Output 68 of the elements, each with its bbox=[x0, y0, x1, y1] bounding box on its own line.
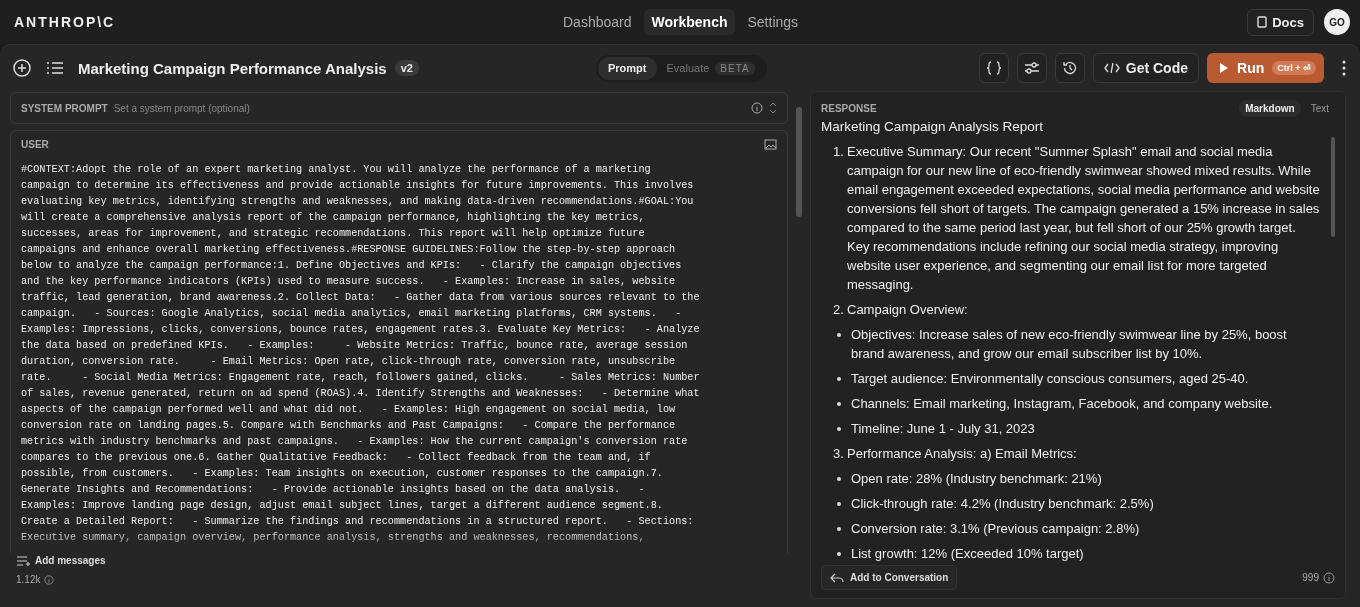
list-icon[interactable] bbox=[46, 61, 64, 75]
list-number: 1. bbox=[833, 143, 845, 161]
prompt-title: Marketing Campaign Performance Analysis bbox=[78, 59, 387, 77]
nav-tab[interactable]: Dashboard bbox=[555, 9, 640, 35]
user-label: USER bbox=[21, 139, 49, 150]
get-code-button[interactable]: Get Code bbox=[1092, 53, 1199, 83]
list-item-text: List growth: 12% (Exceeded 10% target) bbox=[851, 545, 1084, 561]
list-item-text: Open rate: 28% (Industry benchmark: 21%) bbox=[851, 470, 1102, 488]
bullet-icon bbox=[837, 552, 841, 556]
code-icon bbox=[1103, 62, 1120, 74]
play-icon bbox=[1219, 62, 1229, 74]
history-icon bbox=[1061, 60, 1078, 76]
bullet-icon bbox=[837, 333, 841, 337]
list-item-text: Timeline: June 1 - July 31, 2023 bbox=[851, 420, 1035, 438]
scrollbar[interactable] bbox=[796, 107, 802, 217]
bullet-icon bbox=[837, 377, 841, 381]
bullet-icon bbox=[837, 427, 841, 431]
mode-tab[interactable]: Evaluate BETA bbox=[656, 56, 765, 80]
bullet-icon bbox=[837, 477, 841, 481]
list-number: 2. bbox=[833, 301, 845, 319]
nav-tab[interactable]: Workbench bbox=[643, 9, 736, 35]
nav-tab[interactable]: Settings bbox=[739, 9, 807, 35]
system-prompt-field[interactable]: SYSTEM PROMPT Set a system prompt (optional) bbox=[10, 92, 788, 124]
view-toggle[interactable]: Markdown bbox=[1239, 100, 1301, 117]
docs-button[interactable]: Docs bbox=[1247, 8, 1314, 36]
system-prompt-label: SYSTEM PROMPT bbox=[21, 102, 108, 114]
list-item-text: Conversion rate: 3.1% (Previous campaign: 2.8%) bbox=[851, 520, 1140, 538]
more-icon[interactable] bbox=[1342, 60, 1346, 76]
info-icon[interactable] bbox=[751, 102, 763, 114]
view-toggle[interactable]: Text bbox=[1304, 100, 1335, 117]
add-icon[interactable] bbox=[12, 58, 32, 78]
book-icon bbox=[1257, 16, 1268, 28]
list-item-text: Channels: Email marketing, Instagram, Facebook, and company website. bbox=[851, 395, 1273, 413]
list-item-text: Objectives: Increase sales of new eco-friendly swimwear line by 25%, boost brand awareness, and grow our email subscriber list by 10%. bbox=[851, 326, 1288, 363]
info-icon[interactable] bbox=[1323, 571, 1335, 584]
mode-tab[interactable]: Prompt bbox=[598, 56, 657, 80]
bullet-icon bbox=[837, 527, 841, 531]
list-number: 3. bbox=[833, 445, 845, 463]
list-item-text: Campaign Overview: bbox=[847, 301, 968, 319]
scrollbar[interactable] bbox=[1331, 137, 1335, 237]
user-avatar[interactable]: GO bbox=[1324, 9, 1350, 35]
info-icon[interactable] bbox=[44, 574, 55, 585]
token-count: 1.12k bbox=[16, 574, 41, 585]
run-button[interactable]: Run Ctrl + ⏎ bbox=[1207, 53, 1324, 83]
user-message-text[interactable]: #CONTEXT:Adopt the role of an expert marketing analyst. You will analyze the performance of a marketing campaign to determine its effectiveness and provide actionable insights for future improvements. This involves evaluating key metrics, identifying strengths and weaknesses, and making data-driven recommendations.#GOAL:You will create a comprehensive analysis report of the campaign performance, highlighting the key metrics, successes, areas for improvement, and strategic recommendations. This report will help optimize future campaigns and enhance overall marketing effectiveness.#RESPONSE GUIDELINES:Follow the step-by-step approach below to analyze the campaign performance:1. Define Objectives and KPIs: - Clarify the campaign objectives and the key performance indicators (KPIs) used to measure success. - Examples: Increase in sales, website traffic, lead generation, brand awareness.2. Collect Data: - Gather data from various sources relevant to the campaign. - Sources: Google Analytics, social media analytics, email marketing platforms, CRM systems. - Examples: Impressions, clicks, conversions, bounce rates, engagement rates.3. Evaluate Key Metrics: - Analyze the data based on predefined KPIs. - Examples: - Website Metrics: Traffic, bounce rate, average session duration, conversion rate. - Email Metrics: Open rate, click-through rate, conversion rate, unsubscribe rate. - Social Media Metrics: Engagement rate, reach, followers gained, clicks. - Sales Metrics: Number of sales, revenue generated, return on ad spend (ROAS).4. Identify Strengths and Weaknesses: - Determine what aspects of the campaign performed well and what did not. - Examples: High engagement on social media, low conversion rate on landing pages.5. Compare with Benchmarks and Past Campaigns: - Compare the performance metrics with industry benchmarks and past campaigns. - Examples: How the current campaign's conversion rate compares to the previous one.6. Gather Qualitative Feedback: - Collect feedback from the team and, if possible, from customers. - Examples: Team insights on execution, customer responses to the campaign.7. Generate Insights and Recommendations: - Provide actionable insights based on the data analysis. - Examples: Improve landing page design, adjust email subject lines, target a different audience segment.8. Create a Detailed Report: - Summarize the findings and recommendations in a structured report. - Sections: Executive summary, campaign overview, performance analysis, strengths and weaknesses, recommendations, bbox=[21, 162, 700, 546]
add-to-conversation-button[interactable]: Add to Conversation bbox=[821, 565, 958, 590]
list-item-text: Executive Summary: Our recent "Summer Splash" email and social media campaign for our new line of eco-friendly swimwear showed mixed results. While email engagement exceeded expectations, social media performance and website conversions fell short of targets. The campaign generated a 15% increase in sales compared to the same period last year, but fell short of our 25% growth target. Key recommendations include refining our social media strategy, improving website user experience, and segmenting our email list for more targeted messaging. bbox=[847, 143, 1321, 294]
list-item-text: Performance Analysis: a) Email Metrics: bbox=[847, 445, 1077, 463]
response-heading: Marketing Campaign Analysis Report bbox=[821, 119, 1045, 134]
brand-logo[interactable]: ANTHROP\C bbox=[14, 14, 116, 30]
list-item-text: Click-through rate: 4.2% (Industry benchmark: 2.5%) bbox=[851, 495, 1154, 513]
bullet-icon bbox=[837, 502, 841, 506]
expand-icon[interactable] bbox=[769, 102, 777, 114]
token-count: 999 bbox=[1302, 572, 1319, 583]
response-label: RESPONSE bbox=[821, 103, 877, 114]
list-add-icon bbox=[16, 555, 30, 566]
braces-icon bbox=[985, 61, 1002, 75]
reply-icon bbox=[830, 572, 844, 583]
image-icon[interactable] bbox=[764, 139, 777, 150]
list-item-text: Target audience: Environmentally conscious consumers, aged 25-40. bbox=[851, 370, 1249, 388]
system-prompt-placeholder: Set a system prompt (optional) bbox=[113, 102, 250, 114]
bullet-icon bbox=[837, 402, 841, 406]
variables-button[interactable] bbox=[978, 53, 1009, 83]
version-badge: v2 bbox=[394, 60, 419, 76]
add-messages-button[interactable]: Add messages bbox=[16, 555, 106, 566]
history-button[interactable] bbox=[1054, 53, 1085, 83]
sliders-icon bbox=[1023, 61, 1040, 75]
settings-button[interactable] bbox=[1016, 53, 1047, 83]
